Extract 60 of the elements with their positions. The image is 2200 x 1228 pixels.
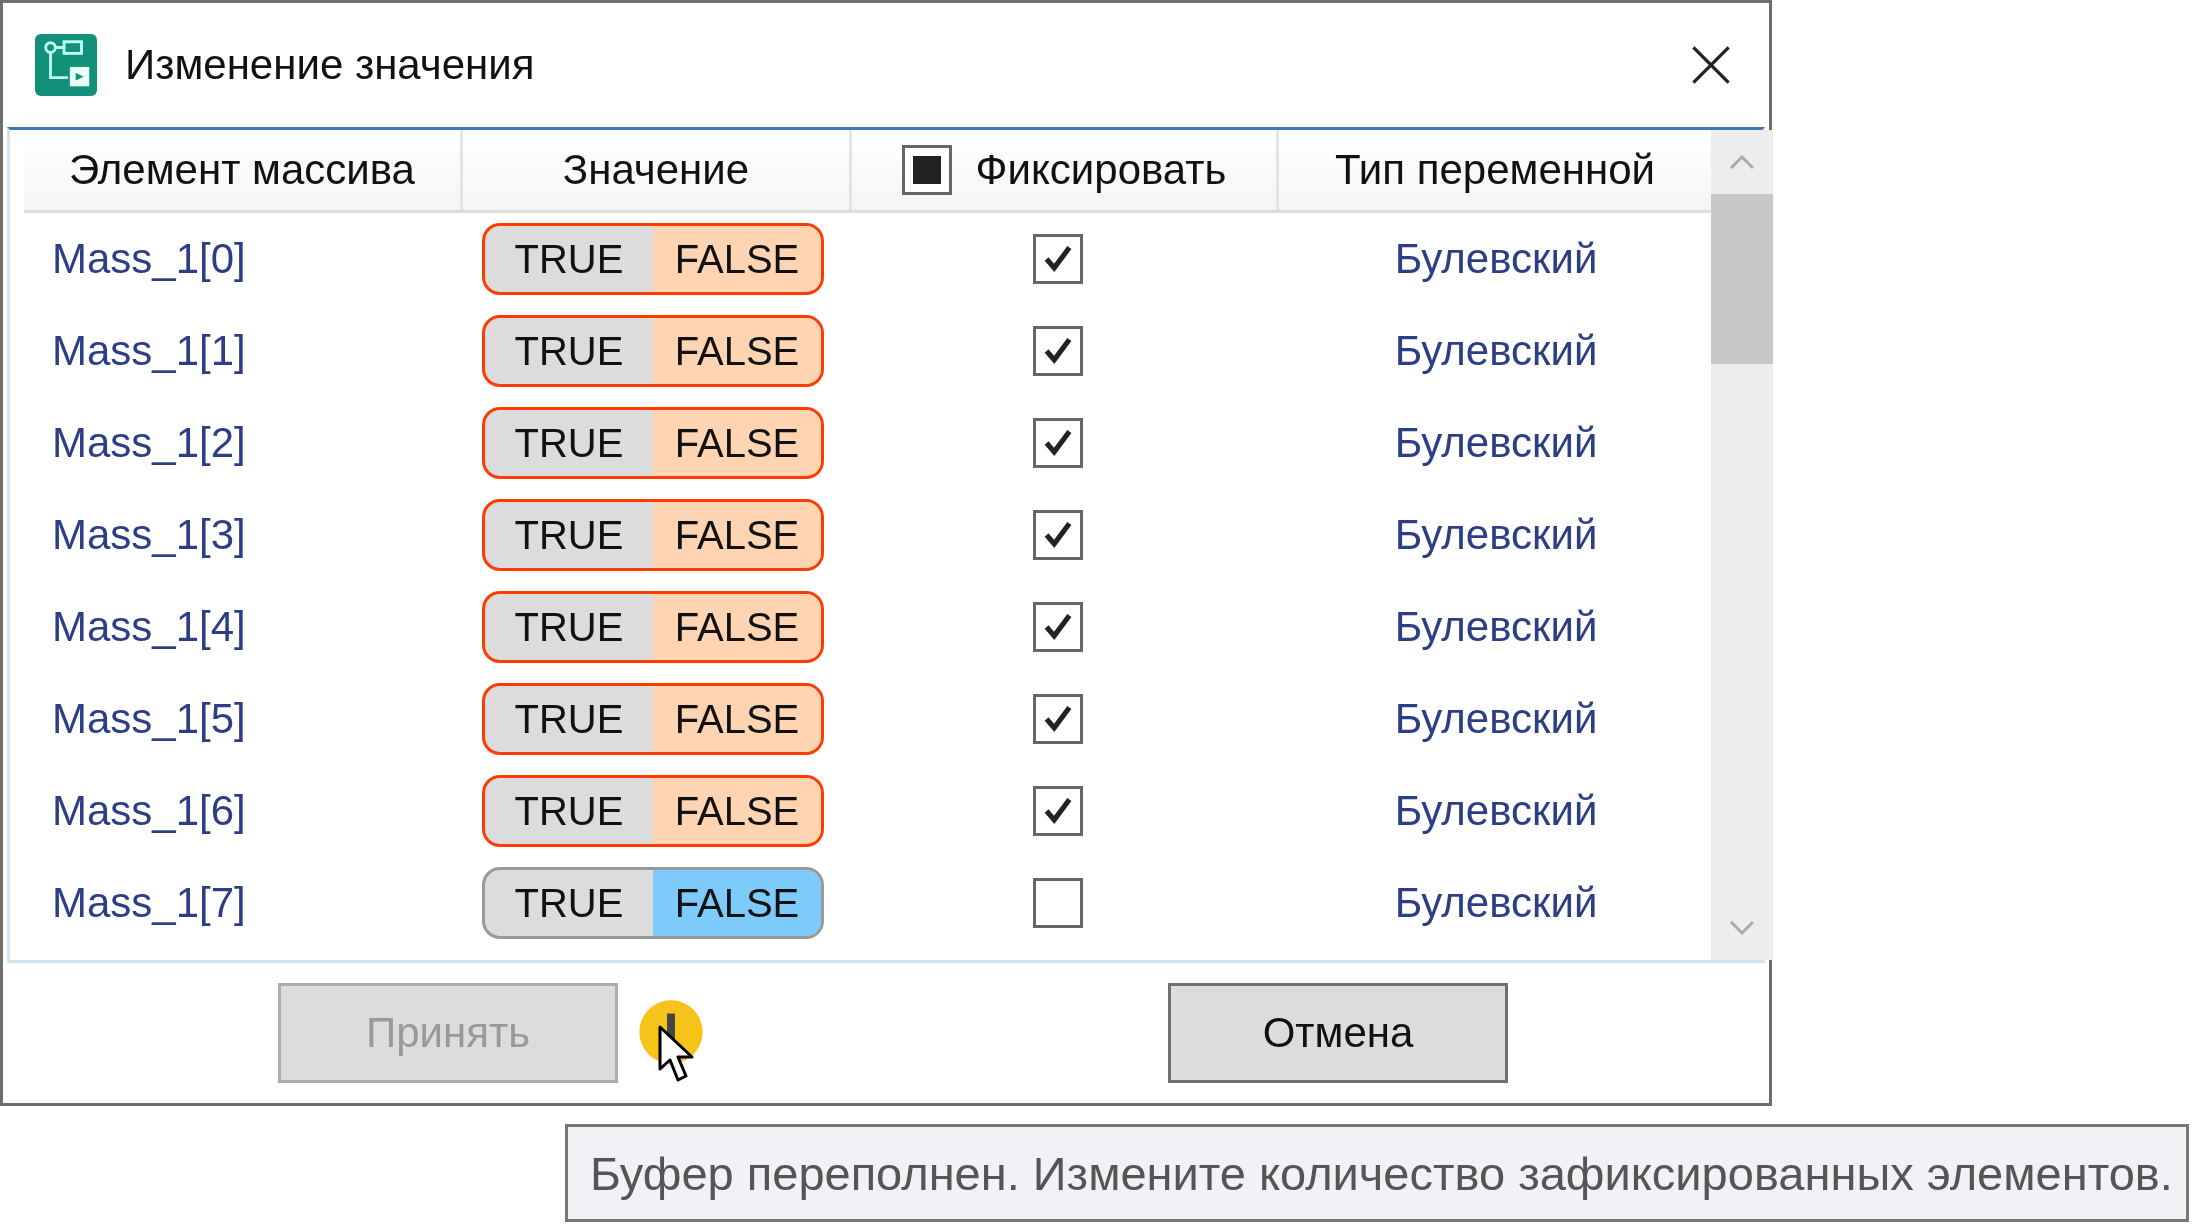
table-cell: Булевский [1394,327,1598,375]
column-header[interactable]: Значение [562,146,750,194]
checkbox[interactable] [1033,510,1083,560]
table-cell: Mass_1[7] [52,879,246,927]
toggle-option[interactable]: FALSE [653,778,821,844]
toggle-option[interactable]: TRUE [485,410,653,476]
toggle-option[interactable]: FALSE [653,594,821,660]
table-cell: Mass_1[5] [52,695,246,743]
column-header[interactable]: Тип переменной [1335,146,1655,194]
checkbox[interactable] [1033,234,1083,284]
table-cell: Mass_1[0] [52,235,246,283]
toggle-option[interactable]: FALSE [653,226,821,292]
toggle-option[interactable]: TRUE [485,318,653,384]
toggle-option[interactable]: TRUE [485,226,653,292]
close-icon[interactable] [1689,43,1733,87]
value-toggle[interactable]: TRUE FALSE [482,867,824,939]
scrollbar[interactable] [1711,130,1773,960]
toggle-option[interactable]: FALSE [653,686,821,752]
checkbox[interactable] [1033,418,1083,468]
value-toggle[interactable]: TRUE FALSE [482,223,824,295]
toggle-option[interactable]: FALSE [653,410,821,476]
table-cell: Mass_1[4] [52,603,246,651]
value-toggle[interactable]: TRUE FALSE [482,499,824,571]
toggle-option[interactable]: TRUE [485,778,653,844]
value-toggle[interactable]: TRUE FALSE [482,775,824,847]
checkbox[interactable] [1033,878,1083,928]
toggle-option[interactable]: FALSE [653,502,821,568]
table-cell: Mass_1[6] [52,787,246,835]
toggle-option[interactable]: TRUE [485,594,653,660]
table-cell: Mass_1[2] [52,419,246,467]
value-toggle[interactable]: TRUE FALSE [482,407,824,479]
table-cell: Булевский [1394,695,1598,743]
app-icon [35,34,97,96]
scrollbar-thumb[interactable] [1711,194,1773,364]
window-title: Изменение значения [125,41,536,89]
table-cell: Булевский [1394,879,1598,927]
tooltip: Буфер переполнен. Измените количество зафиксированных элементов. [565,1124,2189,1222]
table-cell: Булевский [1394,419,1598,467]
value-toggle[interactable]: TRUE FALSE [482,683,824,755]
table-cell: Булевский [1394,511,1598,559]
toggle-option[interactable]: TRUE [485,686,653,752]
cancel-button[interactable]: Отмена [1168,983,1508,1083]
table-cell: Mass_1[1] [52,327,246,375]
table-cell: Булевский [1394,787,1598,835]
checkbox[interactable] [1033,786,1083,836]
checkbox[interactable] [1033,602,1083,652]
column-header[interactable]: Элемент массива [69,146,415,194]
header-checkbox[interactable] [901,145,952,195]
checkbox[interactable] [1033,326,1083,376]
table-cell: Mass_1[3] [52,511,246,559]
column-header[interactable]: Фиксировать [975,146,1227,194]
toggle-option[interactable]: TRUE [485,502,653,568]
toggle-option[interactable]: TRUE [485,870,653,936]
toggle-option[interactable]: FALSE [653,870,821,936]
toggle-option[interactable]: FALSE [653,318,821,384]
value-toggle[interactable]: TRUE FALSE [482,591,824,663]
table-cell: Булевский [1394,603,1598,651]
checkbox[interactable] [1033,694,1083,744]
value-toggle[interactable]: TRUE FALSE [482,315,824,387]
table-cell: Булевский [1394,235,1598,283]
